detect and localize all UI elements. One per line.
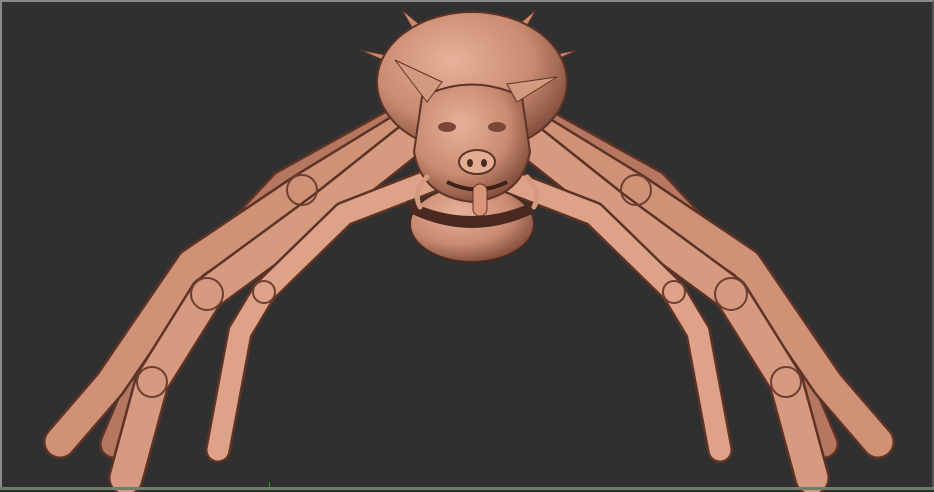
snout xyxy=(458,149,496,175)
pig-head xyxy=(412,83,532,204)
tongue xyxy=(472,183,488,217)
sculpt-model[interactable] xyxy=(2,2,934,492)
3d-viewport[interactable] xyxy=(0,0,934,490)
